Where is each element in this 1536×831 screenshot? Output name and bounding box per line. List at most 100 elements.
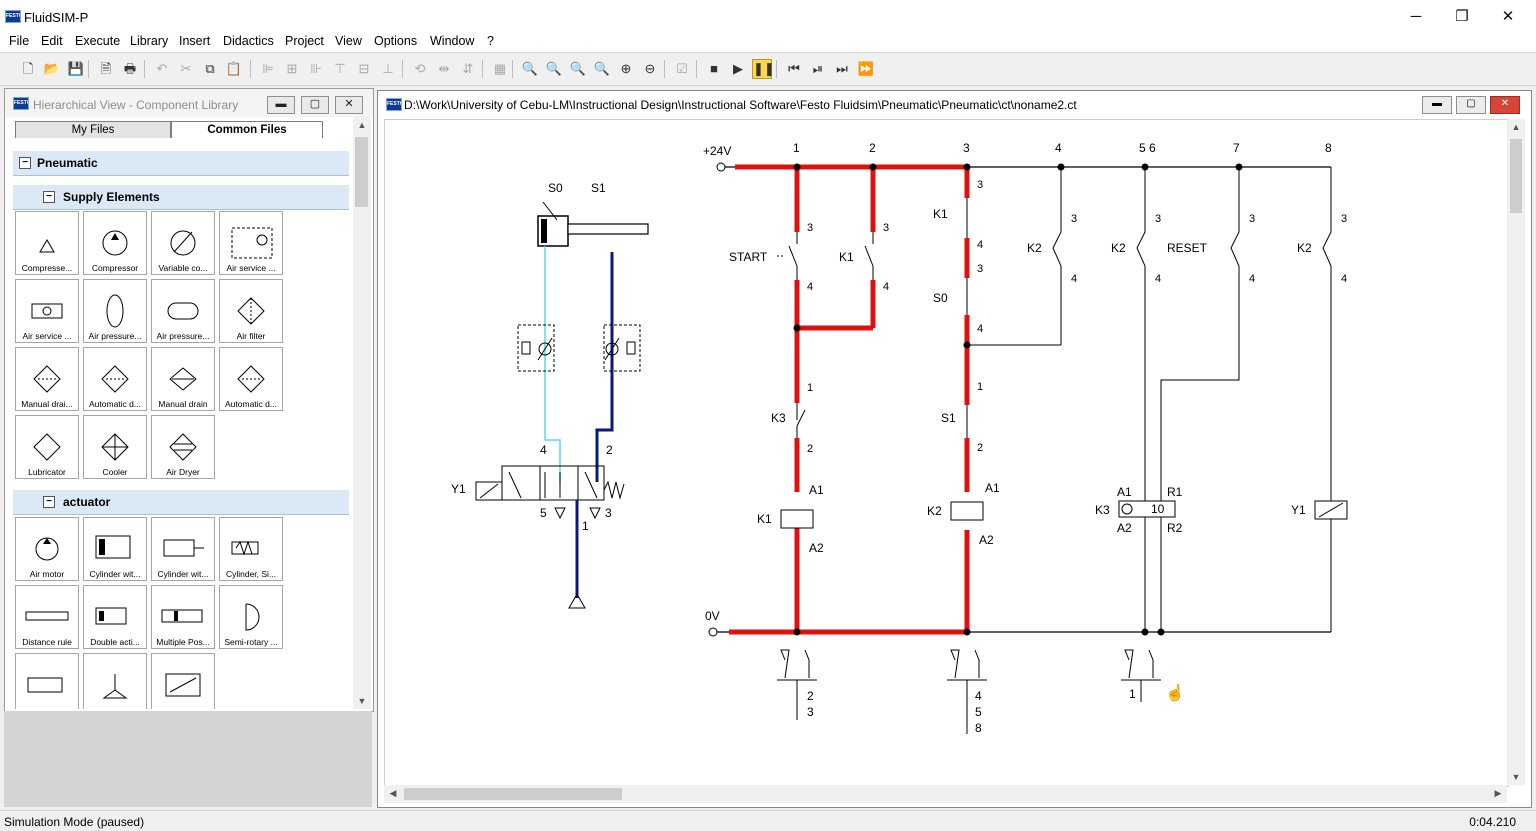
menu-options[interactable]: Options — [374, 33, 417, 51]
circuit-vertical-scrollbar[interactable]: ▲ ▼ — [1507, 119, 1525, 785]
close-button[interactable]: ✕ — [1485, 6, 1531, 30]
align-center-icon[interactable]: ⊞ — [282, 59, 302, 79]
flip-horizontal-icon[interactable]: ⇹ — [434, 59, 454, 79]
actuator-tile[interactable]: Multiple Pos... — [151, 585, 215, 649]
print-icon[interactable]: 🖶 — [120, 59, 140, 79]
supply-tile[interactable]: Automatic d... — [219, 347, 283, 411]
menu-didactics[interactable]: Didactics — [223, 33, 274, 51]
menu-library[interactable]: Library — [130, 33, 168, 51]
menu-view[interactable]: View — [335, 33, 362, 51]
supply-tile[interactable]: Air Dryer — [151, 415, 215, 479]
supply-tile[interactable]: Air pressure... — [151, 279, 215, 343]
tab-my-files[interactable]: My Files — [15, 121, 171, 138]
collapse-icon[interactable]: − — [19, 157, 31, 169]
menu-edit[interactable]: Edit — [41, 33, 63, 51]
circuit-close-button[interactable]: ✕ — [1490, 96, 1520, 114]
k1-hold-contact[interactable] — [864, 232, 874, 280]
align-middle-icon[interactable]: ⊟ — [354, 59, 374, 79]
align-right-icon[interactable]: ⊪ — [306, 59, 326, 79]
supply-tile[interactable]: Cooler — [83, 415, 147, 479]
library-maximize-button[interactable]: ▢ — [301, 96, 329, 114]
circuit-maximize-button[interactable]: ▢ — [1456, 96, 1486, 114]
fast-forward-icon[interactable]: ⏩ — [856, 59, 876, 79]
print-preview-icon[interactable]: 🗎 — [96, 59, 116, 79]
collapse-icon[interactable]: − — [43, 496, 55, 508]
play-icon[interactable]: ▶ — [728, 59, 748, 79]
supply-tile[interactable]: Air pressure... — [83, 279, 147, 343]
actuator-tile[interactable] — [151, 653, 215, 709]
actuator-tile[interactable]: Cylinder wit... — [151, 517, 215, 581]
align-top-icon[interactable]: ⊤ — [330, 59, 350, 79]
supply-tile[interactable]: Manual drai... — [15, 347, 79, 411]
actuator-tile[interactable]: Cylinder wit... — [83, 517, 147, 581]
menu-execute[interactable]: Execute — [75, 33, 120, 51]
grid-icon[interactable]: ▦ — [490, 59, 510, 79]
single-step-icon[interactable]: ⏯ — [808, 59, 828, 79]
k3-timer-contact[interactable] — [796, 403, 806, 438]
group-supply-elements[interactable]: − Supply Elements — [13, 184, 349, 210]
minimize-button[interactable]: ─ — [1393, 6, 1439, 30]
zoom-last-icon[interactable]: 🔍 — [592, 59, 612, 79]
restore-button[interactable]: ❐ — [1439, 6, 1485, 30]
zoom-window-icon[interactable]: 🔍 — [568, 59, 588, 79]
align-left-icon[interactable]: ⊫ — [258, 59, 278, 79]
start-pushbutton-contact[interactable] — [777, 232, 798, 280]
solenoid-valve-5-2[interactable] — [475, 465, 625, 520]
flow-control-valve-right[interactable] — [603, 324, 641, 372]
undo-icon[interactable]: ↶ — [152, 59, 172, 79]
flip-vertical-icon[interactable]: ⇵ — [458, 59, 478, 79]
supply-tile[interactable]: Lubricator — [15, 415, 79, 479]
double-acting-cylinder[interactable] — [537, 201, 649, 247]
supply-tile[interactable]: Air filter — [219, 279, 283, 343]
tab-common-files[interactable]: Common Files — [171, 121, 323, 138]
align-bottom-icon[interactable]: ⊥ — [378, 59, 398, 79]
zoom-out-icon[interactable]: ⊖ — [640, 59, 660, 79]
menu-help[interactable]: ? — [487, 33, 494, 51]
supply-tile[interactable]: Manual drain — [151, 347, 215, 411]
scroll-up-icon[interactable]: ▲ — [353, 120, 371, 130]
scroll-left-icon[interactable]: ◀ — [384, 788, 402, 799]
actuator-tile[interactable]: Cylinder, Si... — [219, 517, 283, 581]
library-scrollbar[interactable]: ▲ ▼ — [353, 117, 371, 709]
group-actuator[interactable]: − actuator — [13, 489, 349, 515]
actuator-tile[interactable]: Distance rule — [15, 585, 79, 649]
scroll-thumb[interactable] — [1510, 139, 1522, 213]
actuator-tile[interactable]: Double acti... — [83, 585, 147, 649]
menu-project[interactable]: Project — [285, 33, 324, 51]
zoom-circuit-icon[interactable]: 🔍 — [544, 59, 564, 79]
paste-icon[interactable]: 📋 — [224, 59, 244, 79]
scroll-down-icon[interactable]: ▼ — [353, 696, 371, 706]
actuator-tile[interactable] — [15, 653, 79, 709]
supply-tile[interactable]: Compresse... — [15, 211, 79, 275]
menu-window[interactable]: Window — [430, 33, 474, 51]
scroll-thumb[interactable] — [404, 788, 622, 800]
circuit-minimize-button[interactable]: ▬ — [1422, 96, 1452, 114]
library-minimize-button[interactable]: ▬ — [267, 96, 295, 114]
circuit-canvas[interactable]: S0 S1 Y1 4 2 5 3 1 +24V 0V 1 2 3 4 5 6 7… — [384, 119, 1509, 787]
scroll-down-icon[interactable]: ▼ — [1507, 772, 1525, 782]
supply-tile[interactable]: Compressor — [83, 211, 147, 275]
zoom-original-icon[interactable]: 🔍 — [520, 59, 540, 79]
k3-timer-relay[interactable] — [1118, 500, 1176, 518]
group-pneumatic[interactable]: − Pneumatic — [13, 150, 349, 176]
menu-insert[interactable]: Insert — [179, 33, 210, 51]
rotate-icon[interactable]: ⟲ — [410, 59, 430, 79]
actuator-tile[interactable]: Air motor — [15, 517, 79, 581]
new-icon[interactable]: 🗋 — [18, 59, 38, 79]
reset-icon[interactable]: ⏮ — [784, 59, 804, 79]
step-to-end-icon[interactable]: ⏭ — [832, 59, 852, 79]
pause-icon[interactable]: ❚❚ — [752, 59, 775, 79]
open-icon[interactable]: 📂 — [42, 59, 62, 79]
zoom-in-icon[interactable]: ⊕ — [616, 59, 636, 79]
scroll-up-icon[interactable]: ▲ — [1507, 122, 1525, 132]
k1-relay-coil[interactable] — [780, 509, 814, 529]
supply-tile[interactable]: Air service ... — [219, 211, 283, 275]
scroll-thumb[interactable] — [355, 137, 368, 207]
library-close-button[interactable]: ✕ — [335, 96, 363, 114]
supply-tile[interactable]: Automatic d... — [83, 347, 147, 411]
save-icon[interactable]: 💾 — [66, 59, 86, 79]
supply-tile[interactable]: Air service ... — [15, 279, 79, 343]
actuator-tile[interactable] — [83, 653, 147, 709]
k2-relay-coil[interactable] — [950, 501, 984, 521]
collapse-icon[interactable]: − — [43, 191, 55, 203]
